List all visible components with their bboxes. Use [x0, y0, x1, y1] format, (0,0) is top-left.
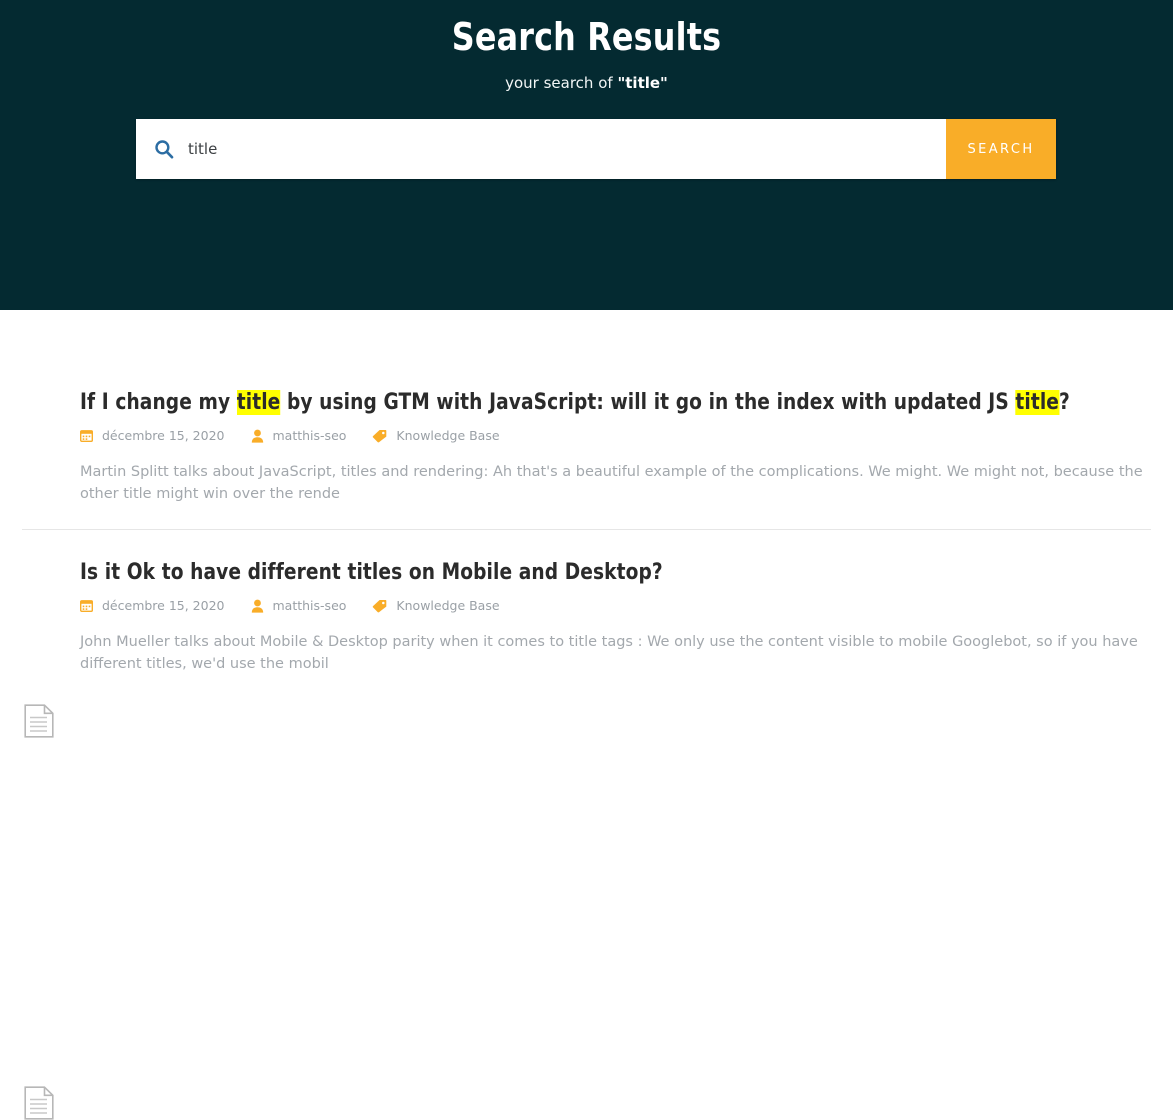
meta-category: Knowledge Base — [372, 428, 500, 443]
meta-author: matthis-seo — [251, 598, 347, 613]
document-icon — [24, 704, 54, 738]
user-icon — [251, 599, 263, 613]
meta-date-label: décembre 15, 2020 — [102, 428, 225, 443]
calendar-icon — [80, 600, 93, 612]
search-subtitle-prefix: your search of — [505, 74, 618, 92]
document-icon — [24, 1086, 54, 1120]
search-subtitle: your search of "title" — [0, 72, 1173, 94]
meta-author: matthis-seo — [251, 428, 347, 443]
search-bar: SEARCH — [136, 119, 1056, 179]
user-icon — [251, 429, 263, 443]
title-segment: Is it Ok to have different titles on Mob… — [80, 560, 663, 585]
search-result-title[interactable]: If I change my title by using GTM with J… — [80, 388, 1087, 418]
search-field[interactable] — [136, 119, 946, 179]
title-segment: ? — [1059, 390, 1070, 415]
title-segment: If I change my — [80, 390, 237, 415]
title-highlight: title — [1015, 390, 1060, 415]
page-title: Search Results — [451, 15, 722, 59]
meta-author-label[interactable]: matthis-seo — [273, 428, 347, 443]
meta-author-label[interactable]: matthis-seo — [273, 598, 347, 613]
search-hero-header: Search Results your search of "title" SE… — [0, 0, 1173, 310]
search-icon — [155, 140, 174, 159]
meta-category: Knowledge Base — [372, 598, 500, 613]
title-highlight: title — [236, 390, 281, 415]
meta-date: décembre 15, 2020 — [80, 598, 225, 613]
search-submit-button[interactable]: SEARCH — [946, 119, 1056, 179]
calendar-icon — [80, 430, 93, 442]
search-result-item: Is it Ok to have different titles on Mob… — [0, 530, 1173, 1120]
search-result-excerpt: John Mueller talks about Mobile & Deskto… — [80, 634, 1138, 672]
search-input[interactable] — [188, 140, 946, 158]
meta-category-label[interactable]: Knowledge Base — [396, 428, 499, 443]
search-result-meta: décembre 15, 2020 matthis-seo Knowledge … — [80, 428, 1151, 443]
search-result-title[interactable]: Is it Ok to have different titles on Mob… — [80, 558, 1087, 588]
meta-date-label: décembre 15, 2020 — [102, 598, 225, 613]
search-results-list: If I change my title by using GTM with J… — [0, 310, 1173, 1120]
tag-icon — [373, 599, 387, 612]
title-segment: by using GTM with JavaScript: will it go… — [280, 390, 1016, 415]
search-result-item: If I change my title by using GTM with J… — [0, 310, 1173, 738]
meta-date: décembre 15, 2020 — [80, 428, 225, 443]
search-subtitle-query: "title" — [617, 74, 668, 92]
tag-icon — [373, 429, 387, 442]
search-result-meta: décembre 15, 2020 matthis-seo Knowledge … — [80, 598, 1151, 613]
search-result-excerpt: Martin Splitt talks about JavaScript, ti… — [80, 464, 1143, 502]
meta-category-label[interactable]: Knowledge Base — [396, 598, 499, 613]
